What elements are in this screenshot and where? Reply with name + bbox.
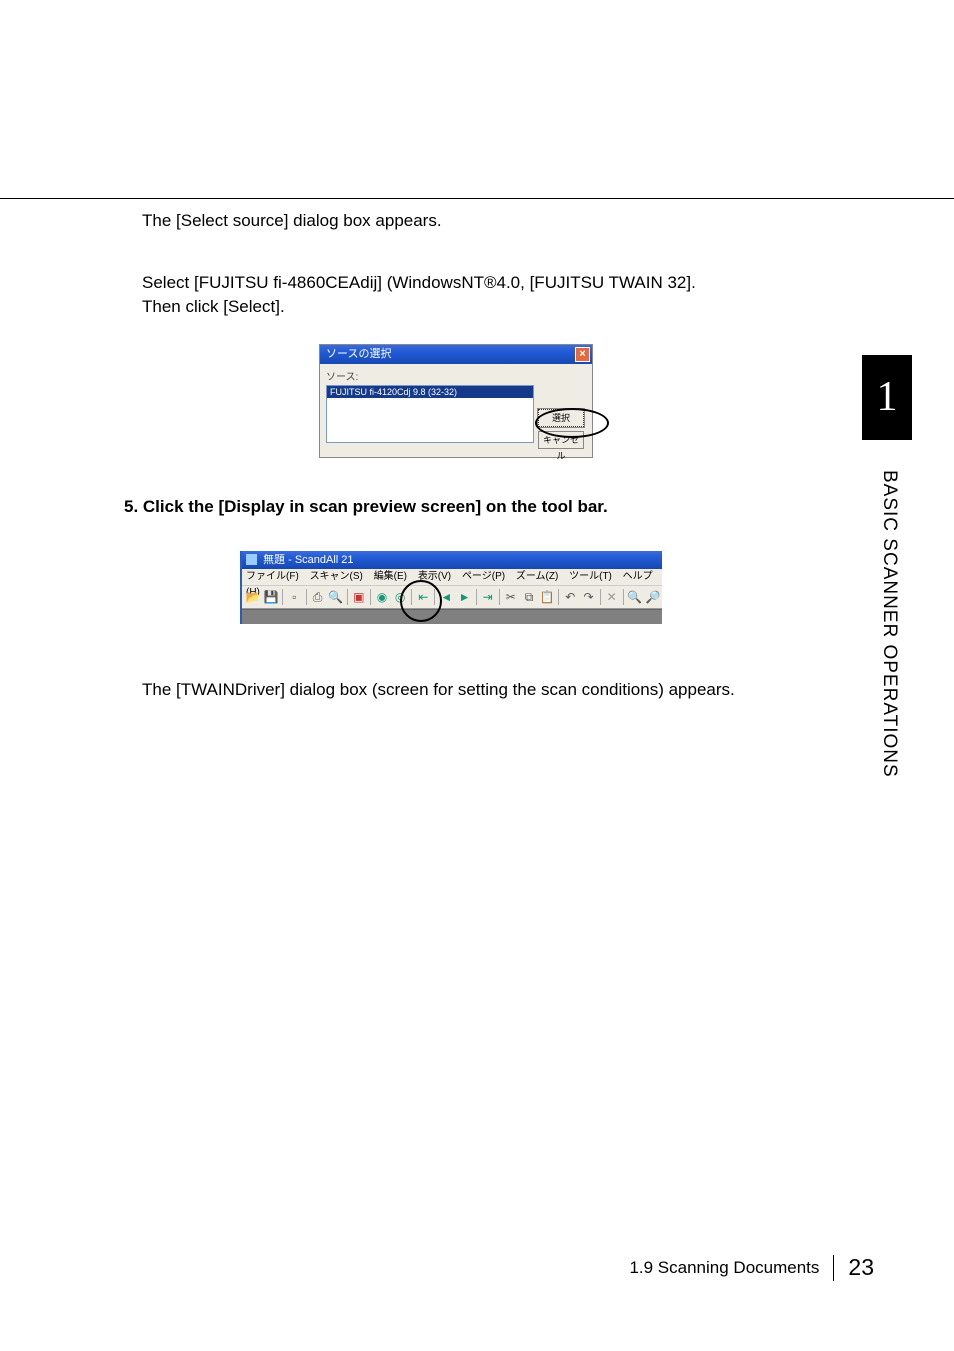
menu-scan[interactable]: スキャン(S) — [310, 571, 363, 582]
toolbar-separator — [347, 589, 348, 605]
scandall-toolbar: 📂 💾 ▫ ⎙ 🔍 ▣ ◉ ◎ ⇤ ◄ ► ⇥ ✂ ⧉ 📋 ↶ ↷ ✕ 🔍 🔎 — [242, 586, 662, 609]
toolbar-separator — [370, 589, 371, 605]
select-source-body: ソース: FUJITSU fi-4120Cdj 9.8 (32-32) 選択 キ… — [320, 364, 592, 457]
toolbar-separator — [558, 589, 559, 605]
scandall-titlebar: 無題 - ScandAll 21 — [242, 551, 662, 569]
scandall-client-area — [242, 609, 662, 624]
scandall-menubar: ファイル(F) スキャン(S) 編集(E) 表示(V) ページ(P) ズーム(Z… — [242, 569, 662, 586]
menu-zoom[interactable]: ズーム(Z) — [516, 571, 558, 582]
preview-icon[interactable]: 🔍 — [328, 588, 344, 606]
scandall-window: 無題 - ScandAll 21 ファイル(F) スキャン(S) 編集(E) 表… — [240, 551, 662, 624]
scan-preview-icon[interactable]: ◉ — [374, 588, 390, 606]
chapter-tab-label: BASIC SCANNER OPERATIONS — [878, 470, 900, 820]
paragraph-twain-driver-appears: The [TWAINDriver] dialog box (screen for… — [142, 678, 735, 702]
paste-icon[interactable]: 📋 — [539, 588, 555, 606]
cut-icon[interactable]: ✂ — [503, 588, 519, 606]
cancel-button[interactable]: キャンセル — [538, 431, 584, 449]
zoom-out-icon[interactable]: 🔎 — [645, 588, 661, 606]
scan-new-icon[interactable]: ◎ — [392, 588, 408, 606]
paragraph-select-source-appears: The [Select source] dialog box appears. — [142, 209, 442, 233]
open-icon[interactable]: 📂 — [245, 588, 261, 606]
select-button[interactable]: 選択 — [538, 409, 584, 427]
new-doc-icon[interactable]: ▫ — [286, 588, 302, 606]
source-list[interactable]: FUJITSU fi-4120Cdj 9.8 (32-32) — [326, 385, 534, 443]
select-source-titlebar: ソースの選択 × — [320, 345, 592, 364]
para2-line2: Then click [Select]. — [142, 297, 285, 316]
select-source-left: ソース: FUJITSU fi-4120Cdj 9.8 (32-32) — [326, 368, 538, 451]
toolbar-separator — [623, 589, 624, 605]
scanner-icon[interactable]: ▣ — [351, 588, 367, 606]
footer-section: 1.9 Scanning Documents — [629, 1258, 819, 1278]
scandall-app-icon — [246, 554, 257, 565]
delete-icon[interactable]: ✕ — [604, 588, 620, 606]
rotate-right-icon[interactable]: ↷ — [580, 588, 596, 606]
paragraph-select-fujitsu: Select [FUJITSU fi-4860CEAdij] (WindowsN… — [142, 271, 696, 319]
toolbar-separator — [282, 589, 283, 605]
menu-edit[interactable]: 編集(E) — [374, 571, 407, 582]
rotate-left-icon[interactable]: ↶ — [562, 588, 578, 606]
menu-view[interactable]: 表示(V) — [418, 571, 451, 582]
toolbar-separator — [434, 589, 435, 605]
select-source-title: ソースの選択 — [326, 348, 391, 360]
toolbar-separator — [476, 589, 477, 605]
footer-separator — [833, 1255, 834, 1281]
page-last-icon[interactable]: ⇥ — [480, 588, 496, 606]
copy-icon[interactable]: ⧉ — [521, 588, 537, 606]
page-first-icon[interactable]: ⇤ — [415, 588, 431, 606]
page-next-icon[interactable]: ► — [456, 588, 472, 606]
menu-tool[interactable]: ツール(T) — [569, 571, 612, 582]
page-prev-icon[interactable]: ◄ — [438, 588, 454, 606]
select-source-buttons: 選択 キャンセル — [538, 368, 586, 451]
step-5-heading: 5. Click the [Display in scan preview sc… — [124, 497, 608, 517]
scandall-title: 無題 - ScandAll 21 — [263, 554, 353, 566]
menu-file[interactable]: ファイル(F) — [246, 571, 299, 582]
page-footer: 1.9 Scanning Documents 23 — [629, 1254, 874, 1281]
select-source-dialog: ソースの選択 × ソース: FUJITSU fi-4120Cdj 9.8 (32… — [319, 344, 593, 458]
source-list-item[interactable]: FUJITSU fi-4120Cdj 9.8 (32-32) — [327, 386, 533, 398]
para2-line1: Select [FUJITSU fi-4860CEAdij] (WindowsN… — [142, 273, 696, 292]
chapter-tab-number: 1 — [862, 355, 912, 440]
toolbar-separator — [600, 589, 601, 605]
source-label: ソース: — [326, 368, 538, 383]
print-icon[interactable]: ⎙ — [309, 588, 325, 606]
toolbar-separator — [411, 589, 412, 605]
toolbar-separator — [499, 589, 500, 605]
toolbar-separator — [306, 589, 307, 605]
menu-page[interactable]: ページ(P) — [462, 571, 505, 582]
footer-page-number: 23 — [848, 1254, 874, 1281]
save-icon[interactable]: 💾 — [263, 588, 279, 606]
top-horizontal-rule — [0, 198, 954, 199]
close-button[interactable]: × — [575, 347, 590, 362]
zoom-in-icon[interactable]: 🔍 — [627, 588, 643, 606]
